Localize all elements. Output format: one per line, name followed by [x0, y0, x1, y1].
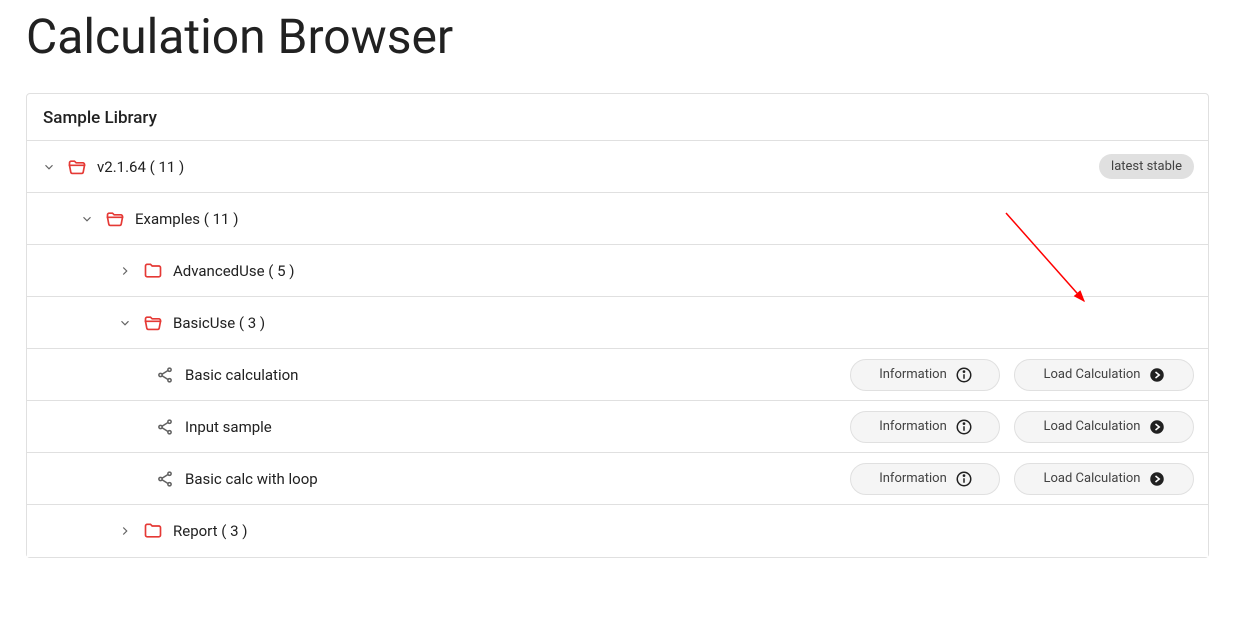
information-button[interactable]: Information	[850, 359, 1000, 391]
tree-leaf-label: Basic calc with loop	[185, 470, 318, 488]
tree-node-label: v2.1.64 ( 11 )	[97, 158, 184, 176]
load-calculation-button[interactable]: Load Calculation	[1014, 411, 1194, 443]
chevron-circle-right-icon	[1148, 470, 1166, 488]
tree-node-label: Report ( 3 )	[173, 522, 247, 540]
info-icon	[955, 366, 973, 384]
panel-title: Sample Library	[27, 94, 1208, 141]
tree-row-basic-calculation[interactable]: Basic calculation Information Load Calcu…	[27, 349, 1208, 401]
tree-node-label: AdvancedUse ( 5 )	[173, 262, 294, 280]
load-calculation-button[interactable]: Load Calculation	[1014, 359, 1194, 391]
chevron-right-icon[interactable]	[117, 263, 133, 279]
info-icon	[955, 470, 973, 488]
folder-icon	[143, 521, 163, 541]
information-button[interactable]: Information	[850, 411, 1000, 443]
graph-icon	[155, 417, 175, 437]
chevron-down-icon[interactable]	[117, 315, 133, 331]
chevron-circle-right-icon	[1148, 418, 1166, 436]
tree-row-basic-calc-loop[interactable]: Basic calc with loop Information Load Ca…	[27, 453, 1208, 505]
folder-open-icon	[105, 209, 125, 229]
information-button[interactable]: Information	[850, 463, 1000, 495]
load-calculation-button[interactable]: Load Calculation	[1014, 463, 1194, 495]
tree-row-advanceduse[interactable]: AdvancedUse ( 5 )	[27, 245, 1208, 297]
tree-row-version[interactable]: v2.1.64 ( 11 ) latest stable	[27, 141, 1208, 193]
tree-row-input-sample[interactable]: Input sample Information Load Calculatio…	[27, 401, 1208, 453]
tree-row-report[interactable]: Report ( 3 )	[27, 505, 1208, 557]
chevron-down-icon[interactable]	[41, 159, 57, 175]
chevron-down-icon[interactable]	[79, 211, 95, 227]
graph-icon	[155, 365, 175, 385]
button-label: Load Calculation	[1044, 367, 1141, 382]
folder-icon	[143, 261, 163, 281]
graph-icon	[155, 469, 175, 489]
tree-leaf-label: Basic calculation	[185, 366, 298, 384]
chevron-circle-right-icon	[1148, 366, 1166, 384]
tree-node-label: Examples ( 11 )	[135, 210, 238, 228]
folder-open-icon	[67, 157, 87, 177]
info-icon	[955, 418, 973, 436]
tree-leaf-label: Input sample	[185, 418, 272, 436]
tree-row-basicuse[interactable]: BasicUse ( 3 )	[27, 297, 1208, 349]
button-label: Information	[879, 419, 947, 434]
page-title: Calculation Browser	[26, 8, 1209, 65]
library-panel: Sample Library v2.1.64 ( 11 ) latest sta…	[26, 93, 1209, 558]
chevron-right-icon[interactable]	[117, 523, 133, 539]
button-label: Information	[879, 367, 947, 382]
version-tag: latest stable	[1099, 154, 1194, 179]
folder-open-icon	[143, 313, 163, 333]
button-label: Information	[879, 471, 947, 486]
tree-node-label: BasicUse ( 3 )	[173, 314, 265, 332]
tree-row-examples[interactable]: Examples ( 11 )	[27, 193, 1208, 245]
button-label: Load Calculation	[1044, 471, 1141, 486]
button-label: Load Calculation	[1044, 419, 1141, 434]
